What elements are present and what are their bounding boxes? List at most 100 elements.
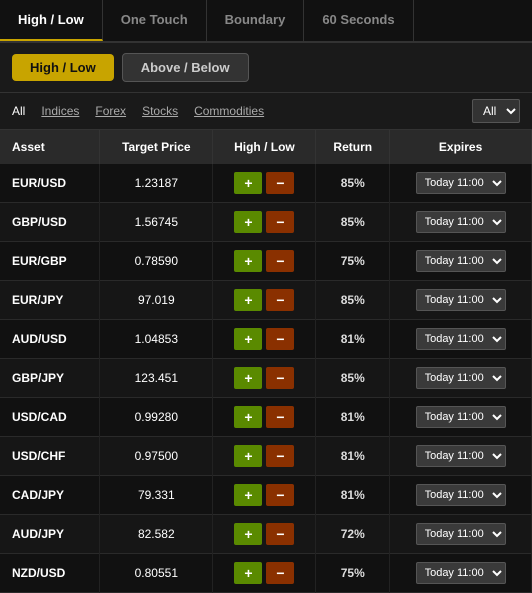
high-low-buttons: +− — [213, 320, 316, 359]
target-price: 82.582 — [100, 515, 213, 554]
asset-name: USD/CAD — [0, 398, 100, 437]
low-button[interactable]: − — [266, 367, 294, 389]
asset-name: AUD/USD — [0, 320, 100, 359]
high-button[interactable]: + — [234, 328, 262, 350]
low-button[interactable]: − — [266, 211, 294, 233]
high-low-buttons: +− — [213, 242, 316, 281]
target-price: 123.451 — [100, 359, 213, 398]
return-value: 75% — [316, 554, 390, 593]
sub-tab-bar: High / Low Above / Below — [0, 43, 532, 93]
tab-one-touch[interactable]: One Touch — [103, 0, 207, 41]
target-price: 1.23187 — [100, 164, 213, 203]
target-price: 0.97500 — [100, 437, 213, 476]
category-select[interactable]: All — [472, 99, 520, 123]
tab-60-seconds[interactable]: 60 Seconds — [304, 0, 413, 41]
col-asset: Asset — [0, 130, 100, 164]
asset-name: CAD/JPY — [0, 476, 100, 515]
filter-stocks[interactable]: Stocks — [142, 104, 178, 118]
asset-name: EUR/JPY — [0, 281, 100, 320]
high-low-buttons: +− — [213, 203, 316, 242]
high-button[interactable]: + — [234, 367, 262, 389]
expires-select[interactable]: Today 11:00 — [416, 328, 506, 350]
tab-high-low[interactable]: High / Low — [0, 0, 103, 41]
expires-select[interactable]: Today 11:00 — [416, 562, 506, 584]
target-price: 1.04853 — [100, 320, 213, 359]
expires-select-cell: Today 11:00 — [390, 203, 532, 242]
target-price: 1.56745 — [100, 203, 213, 242]
filter-forex[interactable]: Forex — [95, 104, 126, 118]
target-price: 0.99280 — [100, 398, 213, 437]
asset-name: EUR/USD — [0, 164, 100, 203]
table-row: GBP/JPY123.451+−85%Today 11:00 — [0, 359, 532, 398]
expires-select[interactable]: Today 11:00 — [416, 484, 506, 506]
col-return: Return — [316, 130, 390, 164]
category-select-wrap: All — [472, 99, 520, 123]
expires-select[interactable]: Today 11:00 — [416, 445, 506, 467]
high-button[interactable]: + — [234, 562, 262, 584]
return-value: 72% — [316, 515, 390, 554]
table-row: USD/CHF0.97500+−81%Today 11:00 — [0, 437, 532, 476]
top-tab-bar: High / Low One Touch Boundary 60 Seconds — [0, 0, 532, 43]
return-value: 85% — [316, 359, 390, 398]
expires-select[interactable]: Today 11:00 — [416, 289, 506, 311]
high-low-buttons: +− — [213, 359, 316, 398]
high-low-buttons: +− — [213, 554, 316, 593]
expires-select[interactable]: Today 11:00 — [416, 172, 506, 194]
low-button[interactable]: − — [266, 484, 294, 506]
high-button[interactable]: + — [234, 523, 262, 545]
expires-select[interactable]: Today 11:00 — [416, 211, 506, 233]
expires-select-cell: Today 11:00 — [390, 164, 532, 203]
low-button[interactable]: − — [266, 562, 294, 584]
return-value: 85% — [316, 164, 390, 203]
high-low-buttons: +− — [213, 164, 316, 203]
asset-name: USD/CHF — [0, 437, 100, 476]
expires-select-cell: Today 11:00 — [390, 242, 532, 281]
low-button[interactable]: − — [266, 445, 294, 467]
col-high-low: High / Low — [213, 130, 316, 164]
low-button[interactable]: − — [266, 406, 294, 428]
table-row: GBP/USD1.56745+−85%Today 11:00 — [0, 203, 532, 242]
return-value: 81% — [316, 398, 390, 437]
high-button[interactable]: + — [234, 211, 262, 233]
expires-select-cell: Today 11:00 — [390, 398, 532, 437]
sub-tab-above-below[interactable]: Above / Below — [122, 53, 249, 82]
high-button[interactable]: + — [234, 406, 262, 428]
expires-select-cell: Today 11:00 — [390, 515, 532, 554]
high-button[interactable]: + — [234, 484, 262, 506]
target-price: 79.331 — [100, 476, 213, 515]
expires-select-cell: Today 11:00 — [390, 554, 532, 593]
low-button[interactable]: − — [266, 523, 294, 545]
col-expires: Expires — [390, 130, 532, 164]
table-row: NZD/USD0.80551+−75%Today 11:00 — [0, 554, 532, 593]
return-value: 85% — [316, 281, 390, 320]
table-header-row: Asset Target Price High / Low Return Exp… — [0, 130, 532, 164]
expires-select[interactable]: Today 11:00 — [416, 523, 506, 545]
filter-all[interactable]: All — [12, 104, 25, 118]
filter-indices[interactable]: Indices — [41, 104, 79, 118]
filter-commodities[interactable]: Commodities — [194, 104, 264, 118]
low-button[interactable]: − — [266, 289, 294, 311]
high-button[interactable]: + — [234, 172, 262, 194]
return-value: 81% — [316, 476, 390, 515]
table-row: CAD/JPY79.331+−81%Today 11:00 — [0, 476, 532, 515]
table-row: EUR/JPY97.019 +−85% Today 11:00 — [0, 281, 532, 320]
low-button[interactable]: − — [266, 172, 294, 194]
expires-select-cell: Today 11:00 — [390, 281, 532, 320]
low-button[interactable]: − — [266, 328, 294, 350]
high-button[interactable]: + — [234, 445, 262, 467]
high-low-buttons: +− — [213, 515, 316, 554]
expires-select[interactable]: Today 11:00 — [416, 367, 506, 389]
tab-boundary[interactable]: Boundary — [207, 0, 305, 41]
expires-select[interactable]: Today 11:00 — [416, 250, 506, 272]
high-low-buttons: +− — [213, 476, 316, 515]
high-button[interactable]: + — [234, 250, 262, 272]
high-button[interactable]: + — [234, 289, 262, 311]
table-row: USD/CAD0.99280+−81%Today 11:00 — [0, 398, 532, 437]
sub-tab-high-low[interactable]: High / Low — [12, 54, 114, 81]
col-target-price: Target Price — [100, 130, 213, 164]
high-low-buttons: +− — [213, 398, 316, 437]
expires-select[interactable]: Today 11:00 — [416, 406, 506, 428]
asset-table: Asset Target Price High / Low Return Exp… — [0, 130, 532, 593]
low-button[interactable]: − — [266, 250, 294, 272]
target-price: 97.019 — [100, 281, 213, 320]
